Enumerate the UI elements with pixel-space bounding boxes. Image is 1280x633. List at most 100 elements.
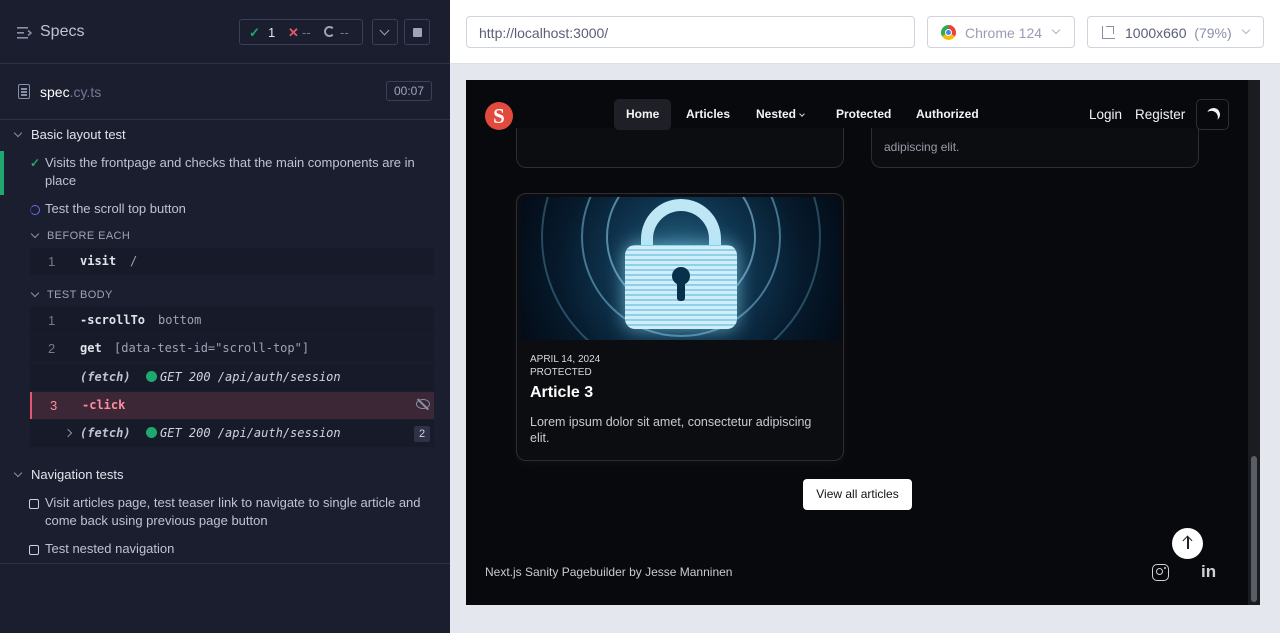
chevron-down-icon[interactable] bbox=[30, 229, 40, 239]
arrow-up-icon bbox=[1187, 537, 1189, 549]
failed-x-icon: ✕ bbox=[288, 25, 299, 40]
chevron-right-icon[interactable] bbox=[63, 428, 73, 438]
chevron-down-icon[interactable] bbox=[13, 128, 23, 138]
test-title[interactable]: Test nested navigation bbox=[45, 540, 174, 558]
command-row[interactable]: 1 -scrollTo bottom bbox=[30, 307, 434, 334]
ruler-icon bbox=[1102, 26, 1115, 39]
passed-indicator bbox=[0, 151, 4, 195]
command-name: -click bbox=[82, 398, 126, 412]
article-date: APRIL 14, 2024 bbox=[530, 354, 601, 365]
site-logo[interactable]: S bbox=[485, 102, 513, 130]
chevron-down-icon bbox=[799, 111, 805, 117]
spec-duration: 00:07 bbox=[386, 81, 432, 101]
command-arg: / bbox=[130, 254, 138, 268]
scrollbar[interactable] bbox=[1248, 80, 1260, 605]
register-link[interactable]: Register bbox=[1135, 107, 1185, 122]
command-number: 3 bbox=[50, 398, 58, 413]
command-row[interactable]: 2 get [data-test-id="scroll-top"] bbox=[30, 335, 434, 362]
command-name: -scrollTo bbox=[80, 313, 146, 327]
chevron-down-icon bbox=[1241, 25, 1251, 35]
pending-count: -- bbox=[340, 25, 349, 40]
article-description: Lorem ipsum dolor sit amet, consectetur … bbox=[530, 415, 812, 445]
linkedin-icon[interactable]: in bbox=[1201, 562, 1216, 582]
padlock-icon bbox=[625, 245, 737, 329]
nav-protected[interactable]: Protected bbox=[824, 99, 903, 130]
article-image bbox=[521, 197, 841, 340]
spec-file-row: spec.cy.ts 00:07 bbox=[0, 64, 450, 120]
browser-selector[interactable]: Chrome 124 bbox=[927, 16, 1075, 48]
command-number: 1 bbox=[48, 313, 56, 328]
app-preview-panel: http://localhost:3000/ Chrome 124 1000x6… bbox=[450, 0, 1280, 633]
spec-file-name[interactable]: spec.cy.ts bbox=[40, 84, 101, 100]
command-arg: bottom bbox=[158, 313, 202, 327]
chevron-down-icon[interactable] bbox=[13, 468, 23, 478]
document-icon bbox=[18, 84, 30, 99]
keyhole bbox=[672, 267, 690, 301]
article-title[interactable]: Article 3 bbox=[530, 384, 593, 402]
test-title[interactable]: Visit articles page, test teaser link to… bbox=[45, 494, 425, 530]
command-number: 1 bbox=[48, 254, 56, 269]
chevron-down-icon bbox=[1051, 25, 1061, 35]
command-name: (fetch) bbox=[80, 426, 131, 440]
nav-home[interactable]: Home bbox=[614, 99, 672, 130]
instagram-icon[interactable] bbox=[1152, 564, 1169, 581]
options-dropdown-button[interactable] bbox=[372, 19, 398, 45]
command-name: (fetch) bbox=[80, 370, 131, 384]
test-title[interactable]: Test the scroll top button bbox=[45, 200, 186, 218]
stop-button[interactable] bbox=[404, 19, 430, 45]
footer-credit: Next.js Sanity Pagebuilder by Jesse Mann… bbox=[485, 565, 733, 579]
pending-square-icon bbox=[29, 545, 39, 555]
hook-label[interactable]: BEFORE EACH bbox=[47, 230, 130, 242]
pending-square-icon bbox=[29, 499, 39, 509]
command-arg: [data-test-id="scroll-top"] bbox=[114, 341, 310, 355]
status-dot-icon bbox=[146, 427, 157, 438]
status-dot-icon bbox=[146, 371, 157, 382]
moon-icon bbox=[1205, 106, 1222, 123]
test-title[interactable]: Visits the frontpage and checks that the… bbox=[45, 154, 430, 190]
passed-count: 1 bbox=[268, 25, 276, 40]
browser-label: Chrome 124 bbox=[965, 25, 1043, 41]
count-badge: 2 bbox=[414, 426, 430, 442]
view-all-articles-button[interactable]: View all articles bbox=[803, 479, 912, 510]
command-row[interactable]: (fetch) GET 200 /api/auth/session 2 bbox=[30, 420, 434, 447]
command-row[interactable]: 1 visit / bbox=[30, 248, 434, 275]
scrollbar-thumb[interactable] bbox=[1251, 456, 1257, 602]
nav-articles[interactable]: Articles bbox=[674, 99, 742, 130]
nav-nested[interactable]: Nested bbox=[744, 99, 816, 130]
test-stats: ✓ 1 ✕ -- -- bbox=[239, 19, 363, 45]
eye-off-icon[interactable] bbox=[416, 399, 430, 409]
pending-spinner-icon bbox=[324, 26, 335, 37]
command-row[interactable]: (fetch) GET 200 /api/auth/session bbox=[30, 364, 434, 391]
chrome-icon bbox=[941, 25, 956, 40]
scroll-top-button[interactable] bbox=[1172, 528, 1203, 559]
command-name: visit bbox=[80, 254, 117, 268]
viewport-selector[interactable]: 1000x660 (79%) bbox=[1087, 16, 1264, 48]
login-link[interactable]: Login bbox=[1089, 107, 1122, 122]
chevron-down-icon[interactable] bbox=[30, 288, 40, 298]
nav-authorized[interactable]: Authorized bbox=[904, 99, 991, 130]
url-field[interactable]: http://localhost:3000/ bbox=[466, 16, 915, 48]
viewport-label: 1000x660 (79%) bbox=[1125, 25, 1232, 41]
command-number: 2 bbox=[48, 341, 56, 356]
failed-count: -- bbox=[302, 25, 311, 40]
reporter-panel: Specs ✓ 1 ✕ -- -- spec.cy.ts 00:07 Basic… bbox=[0, 0, 450, 633]
running-spinner-icon bbox=[30, 205, 40, 215]
suite-title[interactable]: Navigation tests bbox=[31, 467, 124, 482]
command-arg: GET 200 /api/auth/session bbox=[146, 370, 341, 384]
app-under-test: adipiscing elit. S Home Articles Nested … bbox=[466, 80, 1260, 605]
command-arg: GET 200 /api/auth/session bbox=[146, 426, 341, 440]
article-tag: PROTECTED bbox=[530, 367, 592, 378]
specs-header: Specs ✓ 1 ✕ -- -- bbox=[0, 0, 450, 64]
theme-toggle-button[interactable] bbox=[1196, 99, 1229, 130]
hook-label[interactable]: TEST BODY bbox=[47, 289, 113, 301]
site-header: S Home Articles Nested Protected Authori… bbox=[466, 80, 1248, 150]
passed-check-icon: ✓ bbox=[249, 25, 260, 40]
command-name: get bbox=[80, 341, 102, 355]
command-row-active[interactable]: 3 -click bbox=[30, 392, 434, 419]
suite-title[interactable]: Basic layout test bbox=[31, 127, 126, 142]
reporter-footer bbox=[0, 563, 450, 633]
article-card[interactable]: APRIL 14, 2024 PROTECTED Article 3 Lorem… bbox=[516, 193, 844, 461]
specs-title[interactable]: Specs bbox=[40, 23, 84, 41]
preview-toolbar: http://localhost:3000/ Chrome 124 1000x6… bbox=[450, 0, 1280, 64]
specs-list-icon[interactable] bbox=[17, 26, 32, 40]
